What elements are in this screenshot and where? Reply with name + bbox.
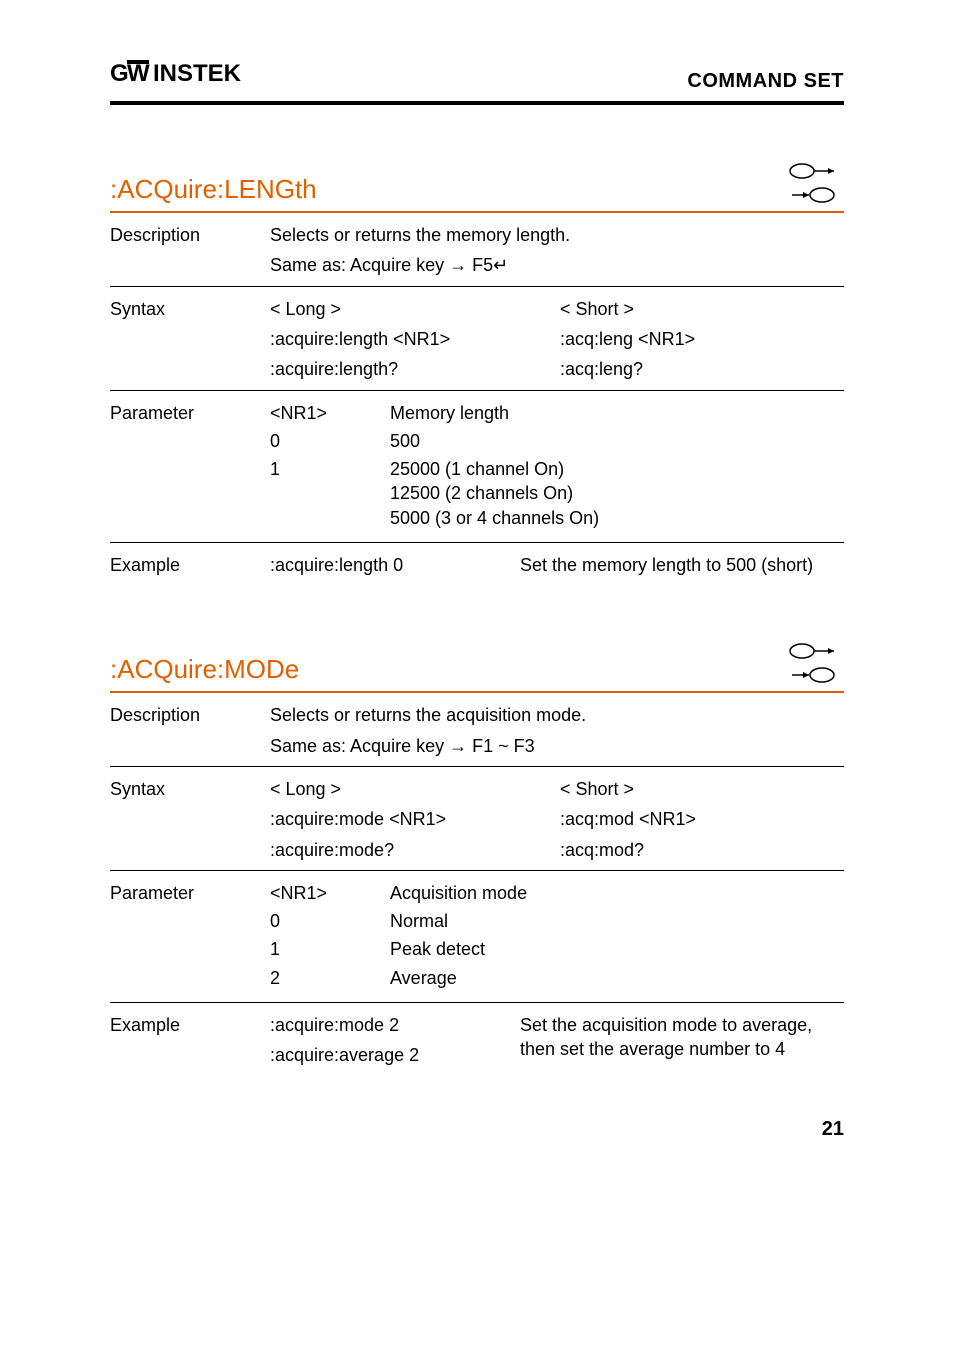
description-text: Selects or returns the acquisition mode. xyxy=(270,703,844,727)
description-text: Selects or returns the memory length. xyxy=(270,223,844,247)
syntax-long-set: :acquire:mode <NR1> xyxy=(270,807,560,831)
command-block: :ACQuire:LENGth Description Selects or r… xyxy=(110,159,844,585)
svg-text:INSTEK: INSTEK xyxy=(153,60,242,86)
example-result: Set the acquisition mode to average, the… xyxy=(520,1013,844,1068)
command-title: :ACQuire:MODe xyxy=(110,652,299,687)
command-title: :ACQuire:LENGth xyxy=(110,172,317,207)
row-label-example: Example xyxy=(110,553,270,577)
section-title: COMMAND SET xyxy=(687,68,844,95)
description-same-as: Same as: Acquire key → F5↵ xyxy=(270,253,844,277)
syntax-long-set: :acquire:length <NR1> xyxy=(270,327,560,351)
param-header-desc: Acquisition mode xyxy=(390,881,844,905)
param-val: 1 xyxy=(270,457,390,530)
description-same-as: Same as: Acquire key → F1 ~ F3 xyxy=(270,734,844,758)
syntax-long-query: :acquire:mode? xyxy=(270,838,560,862)
description-body: Selects or returns the acquisition mode.… xyxy=(270,703,844,758)
description-body: Selects or returns the memory length. Sa… xyxy=(270,223,844,278)
brand-logo: G W INSTEK xyxy=(110,60,250,95)
page-header: G W INSTEK COMMAND SET xyxy=(110,60,844,105)
param-desc: 500 xyxy=(390,429,844,453)
row-label-parameter: Parameter xyxy=(110,881,270,994)
syntax-short-header: < Short > xyxy=(560,777,844,801)
example-cmd: :acquire:length 0 xyxy=(270,553,520,577)
row-label-description: Description xyxy=(110,703,270,758)
row-label-description: Description xyxy=(110,223,270,278)
syntax-long-query: :acquire:length? xyxy=(270,357,560,381)
syntax-long-header: < Long > xyxy=(270,297,560,321)
row-label-syntax: Syntax xyxy=(110,777,270,862)
set-query-icon xyxy=(784,159,844,207)
syntax-short-query: :acq:mod? xyxy=(560,838,844,862)
example-cmd: :acquire:mode 2 xyxy=(270,1013,520,1037)
syntax-short-query: :acq:leng? xyxy=(560,357,844,381)
param-header-val: <NR1> xyxy=(270,401,390,425)
param-desc: Normal xyxy=(390,909,844,933)
param-desc: Peak detect xyxy=(390,937,844,961)
param-desc: 25000 (1 channel On) 12500 (2 channels O… xyxy=(390,457,844,530)
row-label-parameter: Parameter xyxy=(110,401,270,534)
param-header-val: <NR1> xyxy=(270,881,390,905)
row-label-syntax: Syntax xyxy=(110,297,270,382)
param-val: 1 xyxy=(270,937,390,961)
param-header-desc: Memory length xyxy=(390,401,844,425)
command-block: :ACQuire:MODe Description Selects or ret… xyxy=(110,639,844,1075)
example-cmd: :acquire:average 2 xyxy=(270,1043,520,1067)
syntax-short-set: :acq:mod <NR1> xyxy=(560,807,844,831)
param-val: 0 xyxy=(270,429,390,453)
param-desc: Average xyxy=(390,966,844,990)
row-label-example: Example xyxy=(110,1013,270,1068)
syntax-short-header: < Short > xyxy=(560,297,844,321)
syntax-short-set: :acq:leng <NR1> xyxy=(560,327,844,351)
syntax-long-header: < Long > xyxy=(270,777,560,801)
svg-text:G: G xyxy=(110,60,128,86)
example-result: Set the memory length to 500 (short) xyxy=(520,553,844,577)
page-number: 21 xyxy=(110,1116,844,1143)
param-val: 2 xyxy=(270,966,390,990)
set-query-icon xyxy=(784,639,844,687)
param-val: 0 xyxy=(270,909,390,933)
